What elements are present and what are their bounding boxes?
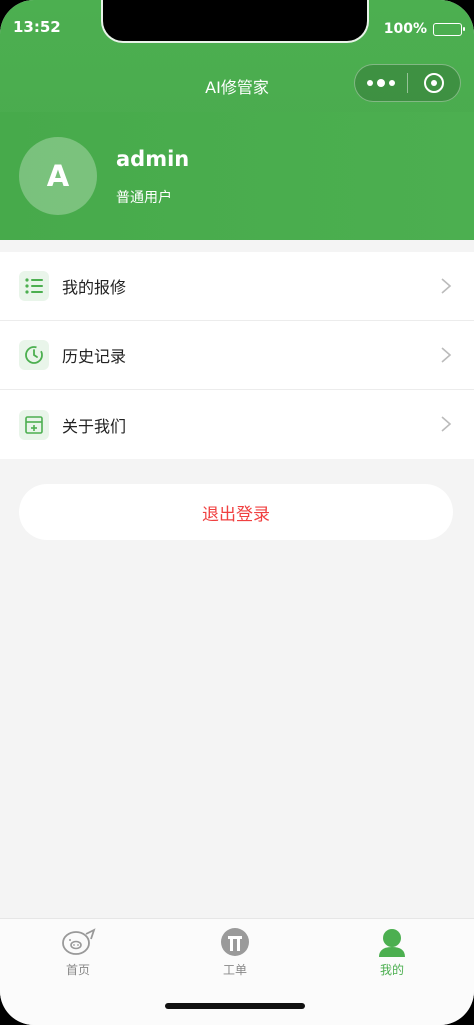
home-mascot-icon: [62, 928, 96, 955]
menu-item-label: 我的报修: [62, 278, 127, 297]
tab-home[interactable]: 首页: [38, 927, 118, 978]
tab-label: 工单: [222, 963, 247, 977]
chevron-right-icon: [441, 278, 452, 294]
battery-percent: 100%: [383, 21, 427, 37]
menu-item-history[interactable]: 历史记录: [0, 321, 474, 390]
battery-icon: [433, 22, 465, 36]
menu-list: 我的报修 历史记录 关于我们: [0, 252, 474, 459]
status-right: 100%: [383, 21, 465, 37]
menu-item-my-repairs[interactable]: 我的报修: [0, 252, 474, 321]
clock-icon: [19, 340, 49, 370]
chevron-right-icon: [441, 347, 452, 363]
tab-workorder[interactable]: 工单: [195, 927, 275, 978]
close-miniprogram-icon[interactable]: [408, 73, 460, 93]
device-notch: [101, 0, 369, 43]
home-indicator: [165, 1003, 305, 1009]
phone-screen: 13:52 100% AI修管家 A admin 普通用户 我的报修 历史记录 …: [0, 0, 474, 1025]
menu-item-label: 历史记录: [62, 347, 127, 366]
tab-label: 首页: [65, 963, 90, 977]
tab-label: 我的: [379, 963, 404, 977]
username: admin: [116, 147, 190, 171]
info-card-icon: [19, 409, 49, 440]
tab-mine[interactable]: 我的: [352, 927, 432, 978]
user-role: 普通用户: [116, 190, 172, 206]
workorder-icon: [221, 928, 249, 956]
menu-item-about[interactable]: 关于我们: [0, 390, 474, 459]
logout-button[interactable]: 退出登录: [19, 484, 453, 540]
chevron-right-icon: [441, 416, 452, 432]
avatar: A: [19, 137, 97, 215]
status-time: 13:52: [13, 18, 61, 36]
list-icon: [19, 271, 49, 301]
user-icon: [379, 929, 405, 957]
menu-item-label: 关于我们: [62, 416, 127, 436]
miniprogram-capsule: [354, 64, 461, 102]
more-icon[interactable]: [355, 79, 407, 87]
